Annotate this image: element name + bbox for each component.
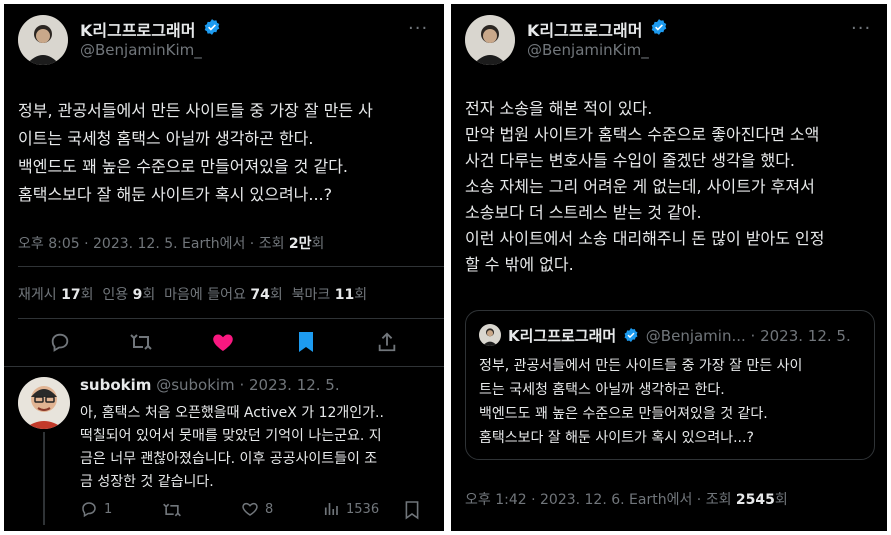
left-tweet-panel: K리그프로그래머 @BenjaminKim_ ··· 정부, 관공서들에서 만든…	[4, 4, 444, 531]
quoted-text-line: 정부, 관공서들에서 만든 사이트들 중 가장 잘 만든 사이	[479, 358, 803, 374]
more-options-icon[interactable]: ···	[851, 18, 871, 39]
reply-author-avatar[interactable]	[18, 377, 70, 429]
retweet-icon[interactable]	[129, 330, 153, 354]
tweet-timestamp-views: 오후 1:42 · 2023. 12. 6. Earth에서 · 조회 2545…	[465, 489, 788, 509]
tweet-timestamp[interactable]: 오후 8:05 · 2023. 12. 5. Earth에서 · 조회	[18, 236, 289, 252]
tweet-text-line: 소송보다 더 스트레스 받는 것 같아.	[465, 203, 702, 222]
like-stat[interactable]: 마음에 들어요 74회	[164, 287, 283, 303]
quoted-tweet-card[interactable]: K리그프로그래머 @Benjamin... · 2023. 12. 5. 정부,…	[465, 310, 875, 460]
verified-badge-icon	[624, 328, 638, 342]
author-avatar[interactable]	[18, 15, 68, 65]
reply-retweet-icon[interactable]	[162, 500, 182, 524]
reply-reply-count: 1	[104, 501, 113, 517]
divider	[18, 266, 444, 267]
tweet-timestamp-views: 오후 8:05 · 2023. 12. 5. Earth에서 · 조회 2만회	[18, 233, 324, 253]
reply-bookmark-icon[interactable]	[404, 500, 420, 524]
like-heart-icon[interactable]	[211, 330, 235, 354]
reply-icon[interactable]	[48, 330, 72, 354]
divider	[18, 318, 444, 319]
reply-views-action[interactable]: 1536	[322, 500, 379, 518]
view-count: 2만	[288, 236, 312, 252]
tweet-text-line: 홈택스보다 잘 해둔 사이트가 혹시 있으려나...?	[18, 185, 333, 204]
quoted-handle-date: @Benjamin... · 2023. 12. 5.	[645, 327, 851, 345]
reply-like-action[interactable]: 8	[241, 500, 273, 518]
reply-text-line: 금 성장한 것 같습니다.	[80, 474, 214, 490]
quoted-text-line: 트는 국세청 홈택스 아닐까 생각하곤 한다.	[479, 382, 725, 398]
view-unit: 회	[311, 236, 325, 252]
verified-badge-icon	[650, 18, 668, 36]
author-handle[interactable]: @BenjaminKim_	[80, 41, 202, 59]
tweet-text-line: 백엔드도 꽤 높은 수준으로 만들어져있을 것 같다.	[18, 157, 349, 176]
reply-reply-action[interactable]: 1	[80, 500, 112, 518]
reply-icon	[82, 502, 96, 518]
tweet-text-line: 소송 자체는 그리 어려운 게 없는데, 사이트가 후져서	[465, 177, 815, 196]
author-name[interactable]: K리그프로그래머	[527, 17, 642, 41]
quoted-text-line: 백엔드도 꽤 높은 수준으로 만들어져있을 것 같다.	[479, 406, 768, 422]
view-unit: 회	[774, 492, 788, 508]
author-name[interactable]: K리그프로그래머	[80, 17, 195, 41]
reply-author-name[interactable]: subokim	[80, 376, 151, 394]
author-handle[interactable]: @BenjaminKim_	[527, 41, 649, 59]
quoted-author-name: K리그프로그래머	[508, 327, 617, 345]
reply-text-line: 금은 너무 괜찮아졌습니다. 이후 공공사이트들이 조	[80, 451, 378, 467]
tweet-text-line: 전자 소송을 해본 적이 있다.	[465, 99, 653, 118]
engagement-stats: 재게시 17회 인용 9회 마음에 들어요 74회 북마크 11회	[18, 284, 367, 304]
reply-text-line: 아, 홈택스 처음 오픈했을때 ActiveX 가 12개인가..	[80, 405, 384, 421]
reply-header: subokim @subokim · 2023. 12. 5.	[80, 376, 340, 394]
quoted-author-avatar	[479, 324, 501, 346]
reply-like-count: 8	[265, 501, 274, 517]
tweet-timestamp[interactable]: 오후 1:42 · 2023. 12. 6. Earth에서 · 조회	[465, 492, 736, 508]
reply-text-line: 떡칠되어 있어서 뭇매를 맞았던 기억이 나는군요. 지	[80, 428, 382, 444]
reply-handle-date[interactable]: @subokim · 2023. 12. 5.	[156, 376, 339, 394]
thread-connector-line	[43, 432, 45, 525]
view-count: 2545	[735, 492, 775, 508]
bookmark-stat[interactable]: 북마크 11회	[292, 287, 367, 303]
tweet-text-line: 사건 다루는 변호사들 수입이 줄겠단 생각을 했다.	[465, 151, 796, 170]
reply-view-count: 1536	[346, 501, 380, 517]
tweet-text-line: 이런 사이트에서 소송 대리해주니 돈 많이 받아도 인정	[465, 229, 825, 248]
tweet-text-line: 정부, 관공서들에서 만든 사이트들 중 가장 잘 만든 사	[18, 101, 373, 120]
divider	[4, 366, 444, 367]
verified-badge-icon	[203, 18, 221, 36]
bookmark-icon[interactable]	[294, 330, 318, 354]
quoted-text-line: 홈택스보다 잘 해둔 사이트가 혹시 있으려나...?	[479, 430, 754, 446]
tweet-text-line: 이트는 국세청 홈택스 아닐까 생각하곤 한다.	[18, 129, 314, 148]
tweet-text-line: 할 수 밖에 없다.	[465, 255, 574, 274]
quote-stat[interactable]: 인용 9회	[102, 287, 155, 303]
more-options-icon[interactable]: ···	[408, 18, 428, 39]
author-avatar[interactable]	[465, 15, 515, 65]
tweet-text-line: 만약 법원 사이트가 홈택스 수준으로 좋아진다면 소액	[465, 125, 820, 144]
analytics-bars-icon	[324, 503, 338, 515]
share-icon[interactable]	[375, 330, 399, 354]
heart-icon	[242, 502, 258, 516]
quoted-header: K리그프로그래머 @Benjamin... · 2023. 12. 5.	[508, 325, 851, 346]
right-tweet-panel: K리그프로그래머 @BenjaminKim_ ··· 전자 소송을 해본 적이 …	[451, 4, 887, 531]
retweet-stat[interactable]: 재게시 17회	[18, 287, 93, 303]
